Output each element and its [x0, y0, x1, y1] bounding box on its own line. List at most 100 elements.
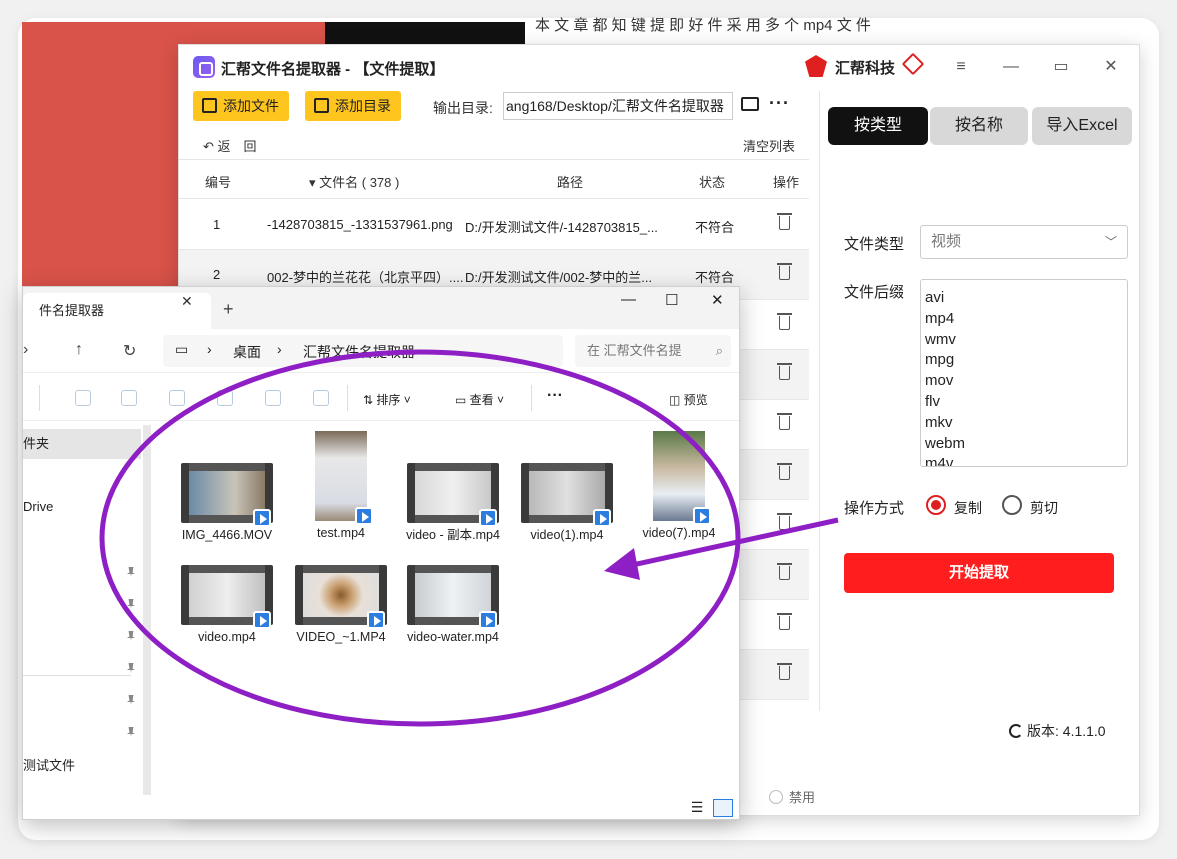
preview-button[interactable]: ◫ 预览 [669, 391, 708, 408]
explorer-window: 件名提取器 ✕ + — ☐ ✕ › ↑ ↻ ▭ › 桌面 › 汇帮文件名提取器 … [22, 286, 740, 820]
file-name: video(7).mp4 [642, 526, 716, 540]
file-type-select[interactable]: 视频 ﹀ [920, 225, 1128, 259]
new-tab-icon[interactable]: + [223, 299, 234, 320]
mode-copy-radio[interactable] [926, 495, 946, 515]
vip-icon[interactable] [901, 52, 925, 76]
background-article-text: 本 文 章 都 知 键 提 即 好 件 采 用 多 个 mp4 文 件 [535, 17, 871, 34]
mode-cut-label: 剪切 [1030, 500, 1058, 516]
tab-by-type[interactable]: 按类型 [828, 107, 928, 145]
file-name: VIDEO_~1.MP4 [296, 630, 386, 644]
delete-icon[interactable] [777, 213, 792, 230]
refresh-icon[interactable] [1009, 724, 1023, 738]
explorer-close-button[interactable]: ✕ [711, 291, 724, 309]
sidebar-item-test-files[interactable]: 测试文件 [23, 755, 75, 774]
pin-icon[interactable] [127, 663, 135, 673]
cut-icon[interactable] [75, 390, 91, 406]
explorer-search-input[interactable]: 在 汇帮文件名提 ⌕ [575, 335, 731, 367]
breadcrumb[interactable]: ▭ › 桌面 › 汇帮文件名提取器 [163, 335, 563, 367]
tab-by-name[interactable]: 按名称 [930, 107, 1028, 145]
paste-icon[interactable] [169, 390, 185, 406]
video-badge-icon [693, 507, 711, 525]
table-row[interactable]: 1 -1428703815_-1331537961.png D:/开发测试文件/… [179, 200, 809, 250]
video-thumbnail [181, 463, 273, 527]
video-thumbnail [407, 463, 499, 527]
more-icon[interactable]: ··· [547, 387, 563, 405]
file-item[interactable]: IMG_4466.MOV [177, 463, 277, 543]
file-item[interactable]: test.mp4 [291, 431, 391, 541]
file-name: test.mp4 [317, 526, 365, 540]
tab-import-excel[interactable]: 导入Excel [1032, 107, 1132, 145]
sidebar-item-folder[interactable]: 件夹 [23, 429, 141, 459]
menu-icon[interactable]: ≡ [951, 57, 971, 77]
tiles-view-icon[interactable] [713, 799, 733, 817]
nav-forward-icon[interactable]: › [23, 341, 28, 359]
preview-label: 预览 [683, 393, 708, 407]
pin-icon[interactable] [127, 727, 135, 737]
explorer-maximize-button[interactable]: ☐ [665, 291, 678, 309]
output-dir-field[interactable]: ang168/Desktop/汇帮文件名提取器 [503, 92, 733, 120]
minimize-button[interactable]: — [1001, 57, 1021, 77]
back-button[interactable]: ↶ 返 回 [203, 136, 257, 155]
delete-icon[interactable] [777, 513, 792, 530]
row-no: 2 [213, 267, 221, 282]
disable-label: 禁用 [789, 790, 816, 805]
file-name: video - 副本.mp4 [406, 528, 500, 542]
sidebar-scrollbar[interactable] [143, 425, 151, 795]
file-item[interactable]: VIDEO_~1.MP4 [291, 565, 391, 645]
share-icon[interactable] [265, 390, 281, 406]
cmd-divider [347, 385, 348, 411]
rename-icon[interactable] [217, 390, 233, 406]
file-item[interactable]: video - 副本.mp4 [403, 463, 503, 543]
delete-icon[interactable] [777, 463, 792, 480]
start-extract-button[interactable]: 开始提取 [844, 553, 1114, 593]
sidebar-item-drive[interactable]: Drive [23, 499, 53, 514]
explorer-minimize-button[interactable]: — [621, 291, 636, 308]
more-icon[interactable]: ··· [769, 93, 790, 114]
delete-icon[interactable] [777, 663, 792, 680]
suffix-item: webm [925, 434, 966, 452]
file-item[interactable]: video-water.mp4 [403, 565, 503, 645]
pin-icon[interactable] [127, 695, 135, 705]
folder-icon[interactable] [741, 97, 759, 111]
row-status: 不符合 [695, 220, 735, 235]
view-label: 查看 [469, 393, 494, 407]
file-item[interactable]: video(1).mp4 [517, 463, 617, 543]
refresh-icon[interactable]: ↻ [123, 341, 136, 361]
pin-icon[interactable] [127, 599, 135, 609]
nav-up-icon[interactable]: ↑ [75, 341, 83, 359]
close-button[interactable]: ✕ [1101, 57, 1121, 77]
mode-cut-radio[interactable] [1002, 495, 1022, 515]
sidebar-divider [23, 675, 131, 676]
tab-close-icon[interactable]: ✕ [181, 293, 193, 310]
copy-icon[interactable] [121, 390, 137, 406]
delete-icon[interactable] [777, 363, 792, 380]
back-arrow-icon: ↶ [203, 139, 218, 154]
suffix-list[interactable]: avi mp4 wmv mpg mov flv mkv webm m4v [920, 279, 1128, 467]
delete-icon[interactable] [777, 613, 792, 630]
breadcrumb-desktop[interactable]: 桌面 [233, 342, 261, 362]
delete-icon[interactable] [777, 563, 792, 580]
details-view-icon[interactable]: ☰ [687, 799, 707, 817]
col-name[interactable]: ▾ 文件名 ( 378 ) [309, 172, 399, 191]
pin-icon[interactable] [127, 567, 135, 577]
version-text: 版本: 4.1.1.0 [1027, 723, 1106, 739]
add-file-button[interactable]: 添加文件 [193, 91, 289, 121]
clear-list-button[interactable]: 清空列表 [743, 136, 795, 155]
disable-option[interactable]: 禁用 [769, 787, 815, 806]
file-item[interactable]: video.mp4 [177, 565, 277, 645]
sort-button[interactable]: ⇅ 排序 ˅ [363, 391, 411, 408]
video-thumbnail [295, 565, 387, 629]
delete-icon[interactable] [777, 413, 792, 430]
maximize-button[interactable]: ▭ [1051, 57, 1071, 77]
file-item[interactable]: video(7).mp4 [629, 431, 729, 541]
add-dir-button[interactable]: 添加目录 [305, 91, 401, 121]
pin-icon[interactable] [127, 631, 135, 641]
breadcrumb-folder[interactable]: 汇帮文件名提取器 [303, 342, 415, 362]
delete-icon[interactable] [777, 313, 792, 330]
delete-icon[interactable] [777, 263, 792, 280]
video-badge-icon [367, 611, 385, 629]
delete-icon[interactable] [313, 390, 329, 406]
disable-radio[interactable] [769, 790, 783, 804]
view-button[interactable]: ▭ 查看 ˅ [455, 391, 504, 408]
video-badge-icon [479, 509, 497, 527]
